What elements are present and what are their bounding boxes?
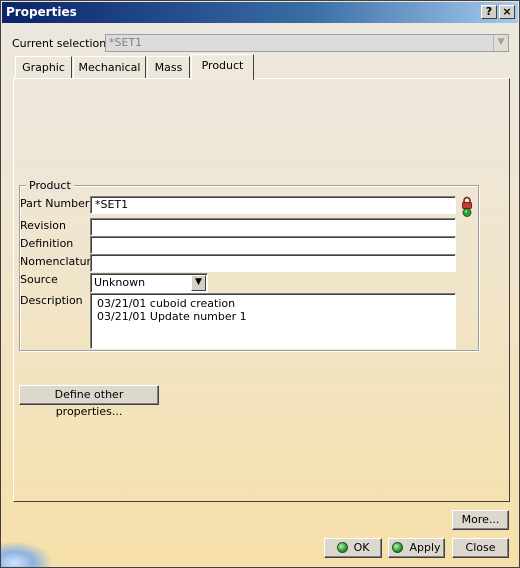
- properties-dialog: Properties ? × Current selection : *SET1…: [0, 0, 520, 568]
- more-label: More...: [461, 513, 500, 526]
- tab-graphic[interactable]: Graphic: [15, 56, 72, 79]
- ok-label: OK: [353, 541, 370, 554]
- title-bar[interactable]: Properties ? ×: [2, 2, 518, 23]
- define-other-properties-button[interactable]: Define other properties...: [19, 385, 159, 418]
- tab-mechanical[interactable]: Mechanical: [73, 56, 146, 79]
- product-group-title: Product: [26, 179, 74, 192]
- lock-status-icon[interactable]: [460, 196, 474, 218]
- green-dot-icon: [392, 542, 404, 553]
- revision-label: Revision: [20, 219, 66, 232]
- tab-label: Graphic: [22, 61, 65, 74]
- close-label: Close: [465, 541, 496, 554]
- part-number-value: *SET1: [95, 198, 129, 211]
- nomenclature-field[interactable]: [90, 254, 456, 272]
- definition-label: Definition: [20, 237, 74, 250]
- part-number-label: Part Number: [20, 197, 90, 210]
- current-selection-combo: *SET1 ▼: [105, 34, 509, 52]
- apply-label: Apply: [409, 541, 441, 554]
- chevron-down-icon[interactable]: ▼: [191, 275, 206, 291]
- corner-logo-glow: [1, 541, 53, 567]
- apply-button[interactable]: Apply: [388, 538, 445, 558]
- define-other-properties-label: Define other properties...: [54, 388, 124, 418]
- description-textarea[interactable]: 03/21/01 cuboid creation 03/21/01 Update…: [90, 293, 456, 349]
- current-selection-label: Current selection :: [12, 37, 114, 50]
- close-window-button[interactable]: ×: [499, 5, 515, 19]
- description-line: 03/21/01 cuboid creation: [97, 297, 236, 310]
- more-button[interactable]: More...: [452, 510, 509, 530]
- ok-button[interactable]: OK: [324, 538, 382, 558]
- tab-label: Mass: [154, 61, 183, 74]
- tab-label: Product: [201, 59, 244, 72]
- source-select[interactable]: Unknown ▼: [90, 273, 208, 293]
- description-line: 03/21/01 Update number 1: [97, 310, 247, 323]
- chevron-down-icon: ▼: [493, 35, 508, 51]
- green-dot-icon: [336, 542, 348, 553]
- tab-label: Mechanical: [78, 61, 141, 74]
- current-selection-value: *SET1: [109, 36, 143, 49]
- description-label: Description: [20, 294, 83, 307]
- revision-field[interactable]: [90, 218, 456, 236]
- nomenclature-label: Nomenclature: [20, 255, 98, 268]
- definition-field[interactable]: [90, 236, 456, 254]
- source-label: Source: [20, 273, 58, 286]
- close-button[interactable]: Close: [452, 538, 509, 558]
- part-number-field[interactable]: *SET1: [90, 196, 456, 214]
- window-title: Properties: [6, 5, 77, 19]
- help-button[interactable]: ?: [481, 5, 497, 19]
- tab-mass[interactable]: Mass: [147, 56, 190, 79]
- tab-product[interactable]: Product: [191, 54, 254, 80]
- source-value: Unknown: [94, 276, 146, 289]
